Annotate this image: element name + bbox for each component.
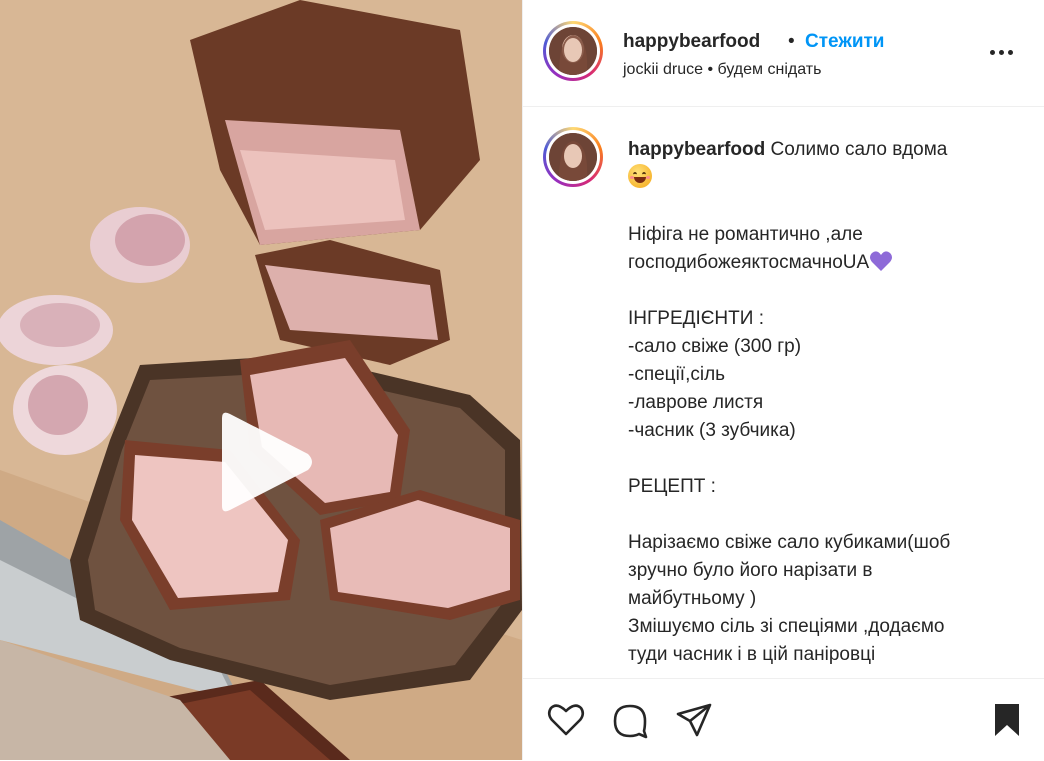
caption-line — [628, 277, 1023, 305]
caption-username[interactable]: happybearfood — [628, 139, 765, 160]
purple-heart-emoji — [870, 251, 893, 271]
caption-line: майбутньому ) — [628, 588, 757, 609]
post-header: happybearfood • Стежити jockii druce • б… — [523, 0, 1044, 107]
post-panel: happybearfood • Стежити jockii druce • б… — [522, 0, 1044, 761]
post-media[interactable] — [0, 0, 522, 760]
avatar-photo — [549, 27, 597, 75]
caption-line — [628, 193, 1023, 221]
caption-line: господибожеяктосмачноUA — [628, 252, 870, 273]
play-icon — [222, 412, 312, 512]
comment-icon[interactable] — [611, 701, 649, 739]
caption-title: Солимо сало вдома — [770, 139, 948, 160]
more-horizontal-icon[interactable] — [987, 44, 1017, 62]
follow-button[interactable]: Стежити — [805, 31, 884, 53]
caption-line: туди часник і в цій паніровці — [628, 644, 876, 665]
caption-line — [628, 501, 1023, 529]
caption-line: РЕЦЕПТ : — [628, 476, 716, 497]
caption-line: -сало свіже (300 гр) — [628, 336, 802, 357]
caption-line: Нарізаємо свіже сало кубиками(шоб — [628, 532, 951, 553]
post-actions-bar — [523, 678, 1044, 761]
caption-line: зручно було його нарізати в — [628, 560, 873, 581]
avatar[interactable] — [543, 21, 603, 81]
caption-line: -спеції,сіль — [628, 364, 726, 385]
food-photo — [0, 0, 522, 760]
caption-line: -лаврове листя — [628, 392, 764, 413]
caption-line: Ніфіга не романтично ,але — [628, 224, 863, 245]
caption-line: ІНГРЕДІЄНТИ : — [628, 308, 764, 329]
play-button[interactable] — [216, 410, 316, 514]
caption-line: Змішуємо сіль зі спеціями ,додаємо — [628, 616, 945, 637]
caption-line: -часник (3 зубчика) — [628, 420, 796, 441]
post-caption: happybearfood Солимо сало вдома Ніфіга не… — [628, 136, 1023, 669]
avatar-photo — [549, 133, 597, 181]
smiling-face-with-hearts-emoji — [628, 164, 652, 188]
header-subline[interactable]: jockii druce • будем снідать — [623, 61, 821, 79]
header-separator-dot: • — [788, 31, 795, 52]
header-username[interactable]: happybearfood — [623, 31, 760, 53]
heart-outline-icon[interactable] — [547, 701, 585, 739]
caption-line — [628, 445, 1023, 473]
caption-avatar[interactable] — [543, 127, 603, 187]
bookmark-icon[interactable] — [988, 701, 1026, 739]
paper-plane-icon[interactable] — [675, 701, 713, 739]
